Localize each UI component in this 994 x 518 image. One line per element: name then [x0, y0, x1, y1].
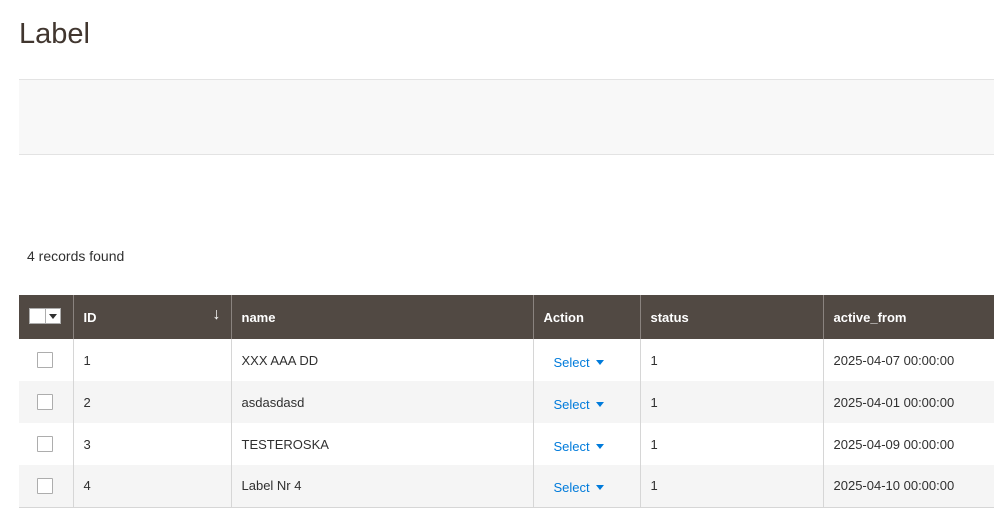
data-grid: ID ↓ name Action status active_from 1 XX… [19, 295, 994, 508]
cell-name: TESTEROSKA [241, 436, 329, 452]
caret-down-icon [595, 485, 604, 491]
action-select-button[interactable]: Select [554, 355, 604, 370]
cell-id: 4 [83, 478, 91, 494]
cell-status: 1 [650, 394, 658, 410]
action-select-button[interactable]: Select [554, 397, 604, 412]
arrow-down-icon[interactable]: ↓ [213, 306, 221, 324]
row-checkbox[interactable] [37, 478, 53, 495]
mass-select-header [19, 295, 73, 339]
column-header-action: Action [532, 295, 640, 339]
mass-select-dropdown[interactable] [29, 308, 61, 324]
action-select-label: Select [553, 438, 590, 454]
cell-id: 2 [83, 394, 91, 410]
mass-select-checkbox[interactable] [30, 309, 45, 323]
action-select-button[interactable]: Select [554, 480, 604, 495]
column-header-status[interactable]: status [639, 295, 823, 339]
column-header-name[interactable]: name [230, 295, 533, 339]
cell-status: 1 [650, 478, 658, 494]
row-checkbox[interactable] [37, 394, 53, 411]
table-row: 2 asdasdasd Select 1 2025-04-01 00:00:00 [19, 381, 994, 423]
grid-header-row: ID ↓ name Action status active_from [19, 295, 994, 339]
caret-down-icon [595, 443, 604, 449]
cell-status: 1 [650, 436, 658, 452]
action-select-label: Select [553, 480, 590, 496]
column-header-label: name [241, 309, 276, 325]
column-header-label: active_from [833, 309, 907, 325]
records-count: 4 records found [27, 248, 125, 264]
cell-id: 1 [83, 352, 91, 368]
filter-panel [19, 79, 994, 155]
action-select-button[interactable]: Select [554, 439, 604, 454]
cell-active-from: 2025-04-10 00:00:00 [833, 478, 955, 494]
action-select-label: Select [553, 396, 590, 412]
table-row: 3 TESTEROSKA Select 1 2025-04-09 00:00:0… [19, 423, 994, 465]
column-header-id[interactable]: ID ↓ [72, 295, 231, 339]
row-checkbox[interactable] [37, 436, 53, 453]
column-header-label: Action [543, 309, 584, 325]
page-title: Label [19, 18, 90, 50]
column-header-label: ID [83, 309, 97, 325]
cell-name: XXX AAA DD [241, 352, 319, 368]
caret-down-icon [595, 401, 604, 407]
column-header-label: status [650, 309, 689, 325]
table-row: 1 XXX AAA DD Select 1 2025-04-07 00:00:0… [19, 339, 994, 381]
column-header-active-from[interactable]: active_from [822, 295, 994, 339]
cell-active-from: 2025-04-07 00:00:00 [833, 352, 955, 368]
cell-name: Label Nr 4 [241, 478, 302, 494]
caret-down-icon [595, 359, 604, 365]
action-select-label: Select [553, 354, 590, 370]
chevron-down-icon[interactable] [45, 309, 60, 323]
cell-active-from: 2025-04-01 00:00:00 [833, 394, 955, 410]
cell-active-from: 2025-04-09 00:00:00 [833, 436, 955, 452]
row-checkbox[interactable] [37, 352, 53, 369]
cell-id: 3 [83, 436, 91, 452]
table-row: 4 Label Nr 4 Select 1 2025-04-10 00:00:0… [19, 465, 994, 508]
cell-status: 1 [650, 352, 658, 368]
cell-name: asdasdasd [241, 394, 305, 410]
